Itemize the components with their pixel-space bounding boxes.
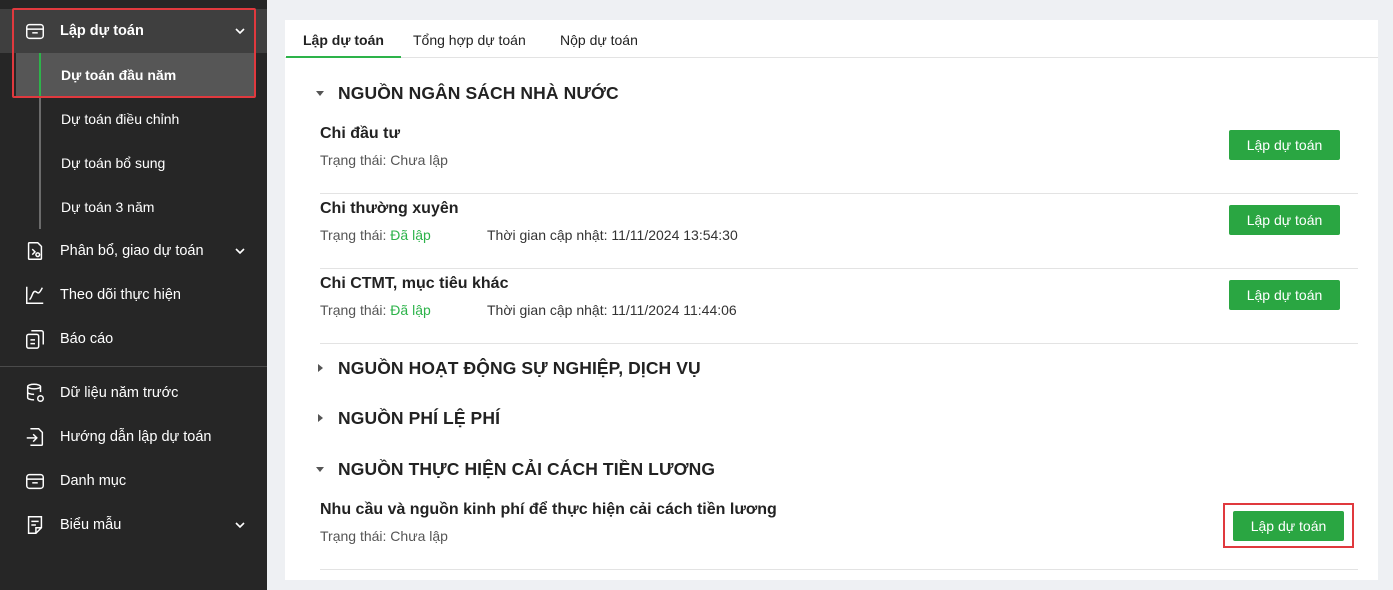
sidebar-item-label: Theo dõi thực hiện <box>60 287 181 303</box>
section-title: NGUỒN HOẠT ĐỘNG SỰ NGHIỆP, DỊCH VỤ <box>338 357 701 378</box>
form-icon <box>27 516 43 534</box>
lap-du-toan-button[interactable]: Lập dự toán <box>1233 511 1344 541</box>
sidebar-item-label: Biểu mẫu <box>60 517 122 533</box>
sidebar-item-label: Lập dự toán <box>60 23 144 39</box>
tab-nop-du-toan[interactable]: Nộp dự toán <box>543 20 655 58</box>
sidebar-subitem-label: Dự toán bổ sung <box>61 155 166 171</box>
database-icon <box>26 383 44 402</box>
section-title: NGUỒN THỰC HIỆN CẢI CÁCH TIỀN LƯƠNG <box>338 458 716 479</box>
status-label: Trạng thái: <box>320 302 387 318</box>
status-value: Chưa lập <box>390 152 448 168</box>
status-value: Đã lập <box>390 227 431 243</box>
section-header-hoat-dong[interactable]: NGUỒN HOẠT ĐỘNG SỰ NGHIỆP, DỊCH VỤ <box>315 353 701 383</box>
list-item: Chi đầu tư Trạng thái: Chưa lập Lập dự t… <box>320 119 1358 194</box>
sidebar-item-danh-muc[interactable]: Danh mục <box>0 459 267 503</box>
sidebar: Lập dự toán Dự toán đầu năm Dự toán điều… <box>0 0 267 590</box>
report-icon <box>26 330 44 349</box>
sidebar-item-bieu-mau[interactable]: Biểu mẫu <box>0 503 267 547</box>
row-title: Chi thường xuyên <box>320 200 459 217</box>
lap-du-toan-button[interactable]: Lập dự toán <box>1229 130 1340 160</box>
row-status: Trạng thái: Đã lập <box>320 227 431 243</box>
sidebar-item-label: Báo cáo <box>60 331 114 347</box>
section-header-cai-cach-tien-luong[interactable]: NGUỒN THỰC HIỆN CẢI CÁCH TIỀN LƯƠNG <box>315 454 715 484</box>
caret-down-icon <box>316 91 324 96</box>
list-item: Chi CTMT, mục tiêu khác Trạng thái: Đã l… <box>320 269 1358 344</box>
list-item: Nhu cầu và nguồn kinh phí để thực hiện c… <box>320 495 1358 570</box>
sidebar-subitem-du-toan-3-nam[interactable]: Dự toán 3 năm <box>16 185 255 229</box>
status-value: Chưa lập <box>390 528 448 544</box>
status-label: Trạng thái: <box>320 152 387 168</box>
sidebar-item-du-lieu-nam-truoc[interactable]: Dữ liệu năm trước <box>0 371 267 415</box>
row-title: Chi CTMT, mục tiêu khác <box>320 275 509 292</box>
list-item: Chi thường xuyên Trạng thái: Đã lập Thời… <box>320 194 1358 269</box>
sidebar-subitem-du-toan-dau-nam[interactable]: Dự toán đầu năm <box>16 53 255 97</box>
box-icon <box>26 23 44 40</box>
line-chart-icon <box>26 286 44 304</box>
lap-du-toan-button[interactable]: Lập dự toán <box>1229 280 1340 310</box>
status-label: Trạng thái: <box>320 528 387 544</box>
row-title: Nhu cầu và nguồn kinh phí để thực hiện c… <box>320 501 777 518</box>
caret-right-icon <box>318 414 323 422</box>
status-value: Đã lập <box>390 302 431 318</box>
caret-right-icon <box>318 364 323 372</box>
chevron-down-icon <box>235 248 245 255</box>
catalog-icon <box>26 473 44 490</box>
row-status: Trạng thái: Đã lập <box>320 302 431 318</box>
sidebar-item-bao-cao[interactable]: Báo cáo <box>0 317 267 361</box>
caret-down-icon <box>316 467 324 472</box>
sidebar-subitem-du-toan-dieu-chinh[interactable]: Dự toán điều chỉnh <box>16 97 255 141</box>
section-header-ngan-sach[interactable]: NGUỒN NGÂN SÁCH NHÀ NƯỚC <box>315 78 619 108</box>
sidebar-item-label: Phân bổ, giao dự toán <box>60 243 204 259</box>
sidebar-item-lap-du-toan[interactable]: Lập dự toán <box>0 9 267 53</box>
sidebar-divider <box>0 366 267 367</box>
update-time: Thời gian cập nhật: 11/11/2024 13:54:30 <box>487 227 738 243</box>
sidebar-subitem-du-toan-bo-sung[interactable]: Dự toán bổ sung <box>16 141 255 185</box>
row-title: Chi đầu tư <box>320 125 401 142</box>
row-status: Trạng thái: Chưa lập <box>320 152 448 168</box>
tab-bar: Lập dự toán Tổng hợp dự toán Nộp dự toán <box>285 20 1378 58</box>
section-title: NGUỒN PHÍ LỆ PHÍ <box>338 407 501 428</box>
update-time: Thời gian cập nhật: 11/11/2024 11:44:06 <box>487 302 737 318</box>
sidebar-item-theo-doi[interactable]: Theo dõi thực hiện <box>0 273 267 317</box>
tab-lap-du-toan[interactable]: Lập dự toán <box>286 20 401 58</box>
sidebar-item-label: Dữ liệu năm trước <box>60 385 179 401</box>
chevron-down-icon <box>235 522 245 529</box>
status-label: Trạng thái: <box>320 227 387 243</box>
sidebar-item-label: Hướng dẫn lập dự toán <box>60 429 212 445</box>
guide-icon <box>26 428 44 446</box>
sidebar-item-huong-dan[interactable]: Hướng dẫn lập dự toán <box>0 415 267 459</box>
sidebar-subitem-label: Dự toán điều chỉnh <box>61 111 180 127</box>
section-title: NGUỒN NGÂN SÁCH NHÀ NƯỚC <box>338 82 619 103</box>
sidebar-item-phan-bo[interactable]: Phân bổ, giao dự toán <box>0 229 267 273</box>
allocate-icon <box>27 242 43 260</box>
lap-du-toan-button[interactable]: Lập dự toán <box>1229 205 1340 235</box>
chevron-up-icon <box>235 28 245 35</box>
tree-line-active <box>39 53 41 97</box>
main-panel: Lập dự toán Tổng hợp dự toán Nộp dự toán… <box>285 20 1378 580</box>
sidebar-item-label: Danh mục <box>60 473 127 489</box>
sidebar-subitem-label: Dự toán đầu năm <box>61 67 177 83</box>
section-header-phi-le-phi[interactable]: NGUỒN PHÍ LỆ PHÍ <box>315 403 500 433</box>
sidebar-subitem-label: Dự toán 3 năm <box>61 199 155 215</box>
row-status: Trạng thái: Chưa lập <box>320 528 448 544</box>
tab-tong-hop-du-toan[interactable]: Tổng hợp dự toán <box>396 20 543 58</box>
